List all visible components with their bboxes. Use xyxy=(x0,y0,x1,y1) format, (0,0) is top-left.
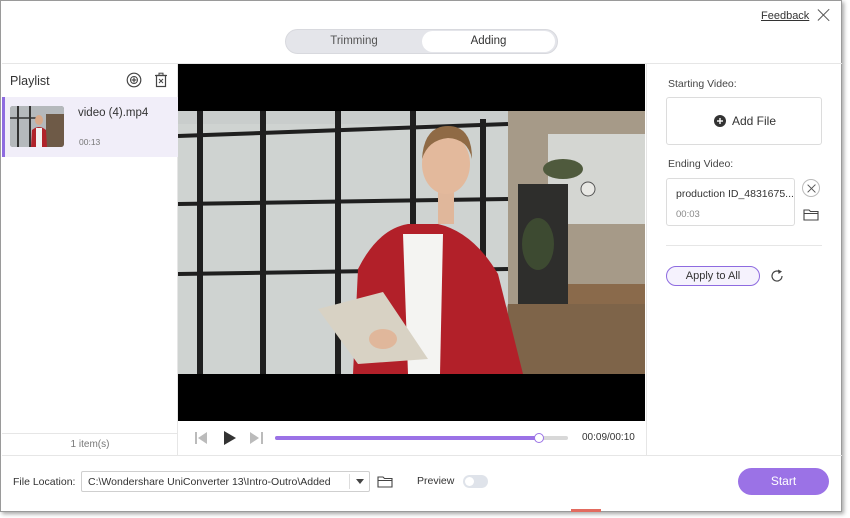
trash-icon[interactable] xyxy=(153,72,169,88)
app-window: Feedback Trimming Adding Playlist video … xyxy=(0,0,842,512)
playlist-count: 1 item(s) xyxy=(70,439,110,450)
open-folder-icon[interactable] xyxy=(377,475,393,488)
seek-bar-progress xyxy=(275,436,539,440)
remove-ending-video-icon[interactable] xyxy=(802,179,820,197)
toggle-knob xyxy=(465,477,474,486)
video-frame xyxy=(178,64,645,421)
feedback-link[interactable]: Feedback xyxy=(761,10,809,22)
next-frame-icon[interactable] xyxy=(250,432,263,444)
footer-divider xyxy=(2,455,842,456)
panel-divider xyxy=(666,245,822,246)
file-location-label: File Location: xyxy=(13,476,76,488)
plus-circle-icon xyxy=(714,115,726,127)
preview-toggle[interactable] xyxy=(463,475,488,488)
file-location-select[interactable]: C:\Wondershare UniConverter 13\Intro-Out… xyxy=(81,471,370,492)
playlist-panel: Playlist video (4).mp4 00:13 1 item(s) xyxy=(2,64,178,455)
ending-video-label: Ending Video: xyxy=(668,158,734,170)
player-controls: 00:09/00:10 xyxy=(178,421,645,455)
chevron-down-icon[interactable] xyxy=(356,479,364,484)
tab-adding[interactable]: Adding xyxy=(422,31,555,52)
playlist-footer-divider xyxy=(2,433,178,434)
video-thumbnail xyxy=(10,106,64,147)
play-icon[interactable] xyxy=(223,431,236,445)
playlist-title: Playlist xyxy=(10,74,50,88)
select-separator xyxy=(349,474,350,489)
playlist-item-name: video (4).mp4 xyxy=(78,107,149,119)
video-preview[interactable] xyxy=(178,64,645,421)
refresh-icon[interactable] xyxy=(769,268,785,284)
add-file-button[interactable]: Add File xyxy=(666,97,822,145)
start-button[interactable]: Start xyxy=(738,468,829,495)
mode-tabs: Trimming Adding xyxy=(285,29,558,54)
tab-trimming[interactable]: Trimming xyxy=(288,31,420,52)
seek-bar[interactable] xyxy=(275,433,568,443)
apply-to-all-button[interactable]: Apply to All xyxy=(666,266,760,286)
playlist-item[interactable]: video (4).mp4 00:13 xyxy=(2,97,178,157)
add-circle-icon[interactable] xyxy=(126,72,142,88)
playlist-item-duration: 00:13 xyxy=(79,137,101,147)
ending-video-card[interactable]: production ID_4831675... 00:03 xyxy=(666,178,795,226)
window-edge-mark xyxy=(571,509,601,512)
previous-frame-icon[interactable] xyxy=(195,432,208,444)
ending-video-name: production ID_4831675... xyxy=(676,188,794,200)
time-display: 00:09/00:10 xyxy=(582,432,635,443)
ending-video-duration: 00:03 xyxy=(676,209,700,220)
adding-panel: Starting Video: Add File Ending Video: p… xyxy=(646,64,842,455)
folder-icon[interactable] xyxy=(803,208,819,221)
preview-label: Preview xyxy=(417,475,455,487)
close-icon[interactable] xyxy=(816,7,832,23)
file-location-value: C:\Wondershare UniConverter 13\Intro-Out… xyxy=(88,476,331,488)
starting-video-label: Starting Video: xyxy=(668,78,737,90)
add-file-label: Add File xyxy=(732,114,777,128)
seek-handle[interactable] xyxy=(533,433,544,443)
